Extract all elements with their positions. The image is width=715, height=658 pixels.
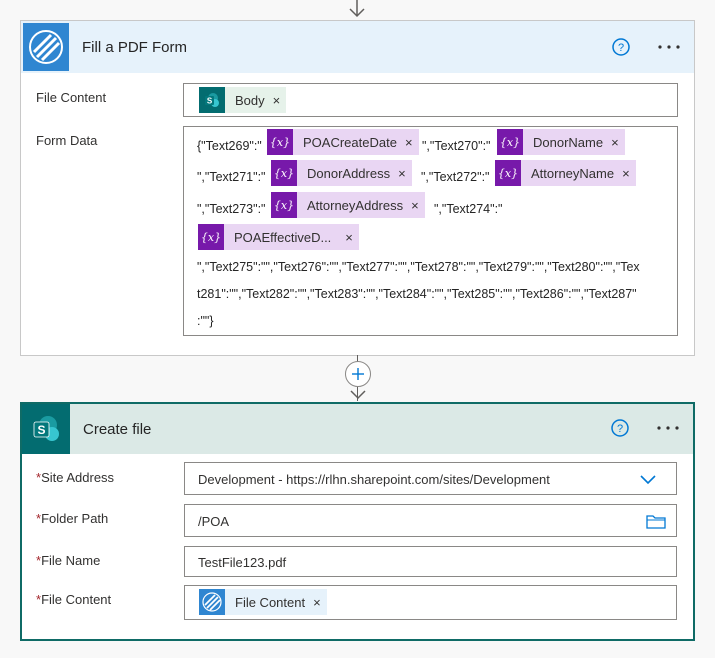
form-data-text: :""} bbox=[197, 314, 214, 328]
insert-step-button[interactable] bbox=[345, 361, 371, 387]
folder-icon[interactable] bbox=[646, 514, 666, 529]
remove-token-icon[interactable]: × bbox=[409, 198, 425, 213]
variable-icon: {x} bbox=[271, 192, 297, 218]
fill-pdf-form-card: Fill a PDF Form ? File Content S Body × … bbox=[20, 20, 695, 356]
form-data-text: {"Text269":" bbox=[197, 139, 262, 153]
file-content-label: *File Content bbox=[36, 592, 112, 607]
site-address-dropdown[interactable]: Development - https://rlhn.sharepoint.co… bbox=[184, 462, 677, 495]
sharepoint-icon: S bbox=[199, 87, 225, 113]
remove-token-icon[interactable]: × bbox=[396, 166, 412, 181]
site-address-value: Development - https://rlhn.sharepoint.co… bbox=[198, 472, 550, 487]
file-content-input[interactable]: S Body × bbox=[183, 83, 678, 117]
var-token-donoraddress[interactable]: {x} DonorAddress × bbox=[271, 160, 412, 186]
form-data-input[interactable]: {"Text269":" {x} POACreateDate × ","Text… bbox=[183, 126, 678, 336]
file-content-label: File Content bbox=[36, 90, 107, 105]
file-name-label: *File Name bbox=[36, 553, 101, 568]
form-data-text: ","Text273":" bbox=[197, 202, 266, 216]
card-header[interactable]: S Create file ? bbox=[22, 404, 693, 454]
var-token-attorneyaddress[interactable]: {x} AttorneyAddress × bbox=[271, 192, 425, 218]
site-address-label: *Site Address bbox=[36, 470, 115, 485]
remove-token-icon[interactable]: × bbox=[311, 595, 327, 610]
token-label: AttorneyName bbox=[531, 165, 615, 181]
token-label: Body bbox=[235, 92, 265, 108]
token-label: AttorneyAddress bbox=[307, 197, 404, 213]
variable-icon: {x} bbox=[497, 129, 523, 155]
form-data-text: ","Text274":" bbox=[434, 202, 503, 216]
sharepoint-logo-icon: S bbox=[22, 404, 70, 454]
folder-path-input[interactable]: /POA bbox=[184, 504, 677, 537]
token-label: POACreateDate bbox=[303, 134, 397, 150]
chevron-down-icon bbox=[640, 475, 656, 485]
pdf-connector-icon bbox=[199, 589, 225, 615]
remove-token-icon[interactable]: × bbox=[403, 135, 419, 150]
svg-text:?: ? bbox=[618, 42, 624, 54]
card-title: Fill a PDF Form bbox=[82, 39, 187, 56]
plus-icon bbox=[352, 368, 364, 380]
variable-icon: {x} bbox=[495, 160, 521, 186]
folder-path-value: /POA bbox=[198, 514, 230, 529]
flow-arrow-icon bbox=[349, 0, 365, 18]
help-icon[interactable]: ? bbox=[612, 38, 630, 56]
folder-path-label: *Folder Path bbox=[36, 511, 109, 526]
remove-token-icon[interactable]: × bbox=[620, 166, 636, 181]
card-title: Create file bbox=[83, 421, 152, 438]
file-content-token[interactable]: File Content × bbox=[199, 589, 327, 615]
help-icon[interactable]: ? bbox=[611, 419, 629, 437]
file-name-input[interactable]: TestFile123.pdf bbox=[184, 546, 677, 577]
card-header[interactable]: Fill a PDF Form ? bbox=[21, 21, 694, 73]
var-token-poaeffectivedate[interactable]: {x} POAEffectiveD... × bbox=[198, 224, 359, 250]
body-token[interactable]: S Body × bbox=[199, 87, 287, 113]
token-label: DonorAddress bbox=[307, 165, 391, 181]
var-token-donorname[interactable]: {x} DonorName × bbox=[497, 129, 625, 155]
create-file-card: S Create file ? *Site Address Developmen… bbox=[20, 402, 695, 641]
var-token-poacreatedate[interactable]: {x} POACreateDate × bbox=[267, 129, 419, 155]
token-label: POAEffectiveD... bbox=[234, 229, 332, 245]
form-data-text: ","Text271":" bbox=[197, 170, 266, 184]
form-data-label: Form Data bbox=[36, 133, 98, 148]
form-data-text: ","Text270":" bbox=[422, 139, 491, 153]
pdf-connector-logo-icon bbox=[23, 23, 69, 71]
flow-arrow-icon bbox=[350, 390, 366, 400]
remove-token-icon[interactable]: × bbox=[337, 230, 359, 245]
var-token-attorneyname[interactable]: {x} AttorneyName × bbox=[495, 160, 636, 186]
more-options-icon[interactable] bbox=[656, 425, 680, 431]
form-data-text: ","Text275":"","Text276":"","Text277":""… bbox=[197, 260, 640, 274]
form-data-text: ","Text272":" bbox=[421, 170, 490, 184]
variable-icon: {x} bbox=[267, 129, 293, 155]
remove-token-icon[interactable]: × bbox=[609, 135, 625, 150]
more-options-icon[interactable] bbox=[657, 44, 681, 50]
svg-text:?: ? bbox=[617, 423, 623, 435]
variable-icon: {x} bbox=[198, 224, 224, 250]
token-label: File Content bbox=[235, 594, 306, 610]
token-label: DonorName bbox=[533, 134, 604, 150]
file-content-input[interactable]: File Content × bbox=[184, 585, 677, 620]
variable-icon: {x} bbox=[271, 160, 297, 186]
file-name-value: TestFile123.pdf bbox=[198, 555, 287, 570]
svg-text:S: S bbox=[207, 97, 213, 106]
form-data-text: t281":"","Text282":"","Text283":"","Text… bbox=[197, 287, 637, 301]
remove-token-icon[interactable]: × bbox=[271, 93, 287, 108]
svg-text:S: S bbox=[37, 423, 45, 437]
